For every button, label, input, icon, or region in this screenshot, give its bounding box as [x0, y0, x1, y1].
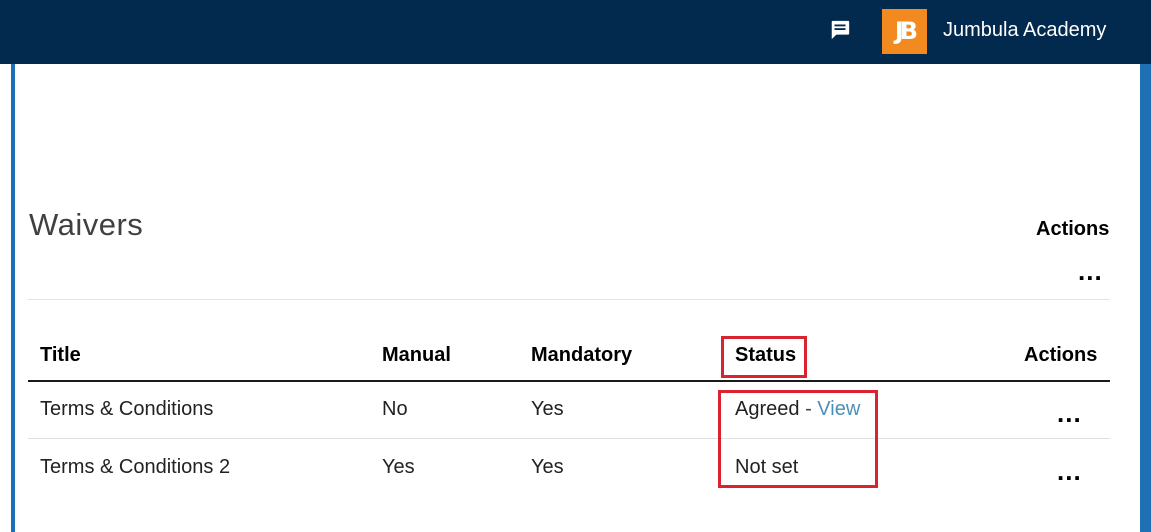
top-navigation-bar: JB Jumbula Academy [0, 0, 1151, 64]
chat-bubble-icon[interactable] [829, 19, 851, 41]
academy-name[interactable]: Jumbula Academy [943, 17, 1106, 43]
waiver-mandatory: Yes [531, 456, 564, 478]
academy-logo[interactable]: JB [882, 9, 927, 54]
column-header-title[interactable]: Title [40, 344, 81, 367]
table-header-divider [28, 380, 1110, 382]
row-divider [28, 438, 1110, 439]
section-divider [28, 299, 1110, 300]
waiver-mandatory: Yes [531, 398, 564, 420]
column-header-mandatory[interactable]: Mandatory [531, 344, 632, 367]
left-rail [0, 64, 15, 532]
status-header-highlight [721, 336, 807, 378]
right-rail [1140, 64, 1151, 532]
waiver-manual: No [382, 398, 408, 420]
column-header-actions: Actions [1024, 344, 1098, 366]
column-header-manual[interactable]: Manual [382, 344, 451, 367]
logo-text: JB [894, 17, 918, 45]
section-actions-label: Actions [1036, 218, 1110, 240]
row-actions-menu-icon[interactable]: ... [1057, 458, 1082, 484]
page-title: Waivers [29, 207, 144, 242]
waiver-manual: Yes [382, 456, 415, 478]
waiver-title: Terms & Conditions [40, 398, 214, 420]
row-actions-menu-icon[interactable]: ... [1057, 400, 1082, 426]
waiver-title: Terms & Conditions 2 [40, 456, 231, 478]
section-actions-menu-icon[interactable]: ... [1078, 258, 1103, 284]
status-column-highlight [718, 390, 878, 488]
